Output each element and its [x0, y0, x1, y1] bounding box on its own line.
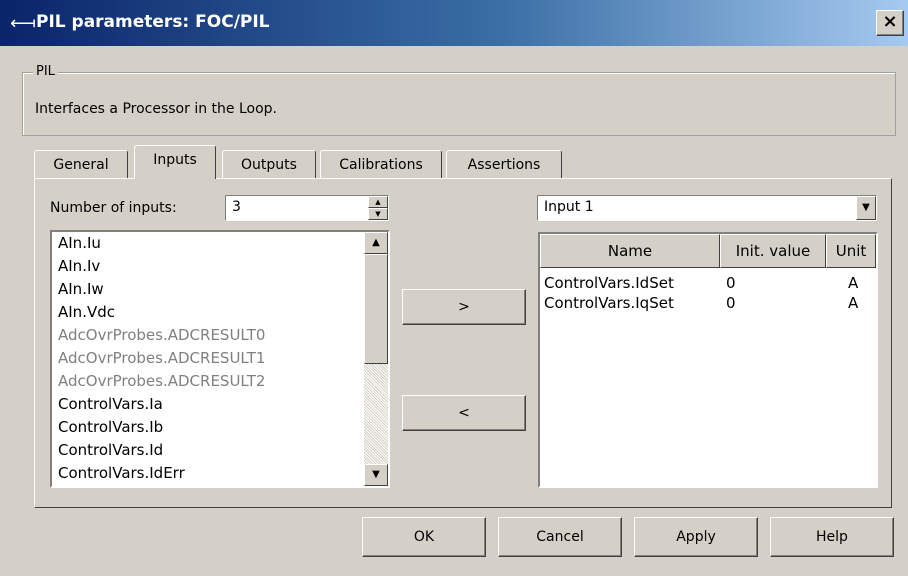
tab-general[interactable]: General — [34, 150, 128, 178]
list-item[interactable]: ControlVars.Ib — [58, 418, 163, 436]
scroll-down-icon[interactable]: ▼ — [364, 464, 388, 486]
tab-inputs[interactable]: Inputs — [134, 145, 216, 179]
window-title: PIL parameters: FOC/PIL — [36, 12, 270, 32]
tab-assertions[interactable]: Assertions — [446, 150, 562, 178]
list-scrollbar[interactable]: ▲ ▼ — [364, 232, 388, 486]
column-header-unit[interactable]: Unit — [826, 234, 876, 268]
list-item[interactable]: AIn.Vdc — [58, 303, 115, 321]
close-button[interactable]: × — [876, 10, 904, 36]
add-signal-button[interactable]: > — [402, 289, 526, 325]
selected-signals-table[interactable]: Name Init. value Unit ControlVars.IdSet … — [538, 232, 878, 488]
list-item[interactable]: AdcOvrProbes.ADCRESULT0 — [58, 326, 265, 344]
chevron-down-icon[interactable]: ▼ — [856, 196, 876, 220]
cell-unit: A — [848, 274, 859, 292]
num-inputs-spinbox[interactable]: 3 ▲ ▼ — [225, 195, 389, 221]
list-item[interactable]: AIn.Iv — [58, 257, 100, 275]
column-header-init-value[interactable]: Init. value — [720, 234, 826, 268]
cell-init-value: 0 — [726, 274, 736, 292]
spin-buttons: ▲ ▼ — [368, 196, 388, 220]
list-item[interactable]: AIn.Iw — [58, 280, 104, 298]
table-header: Name Init. value Unit — [540, 234, 876, 268]
cancel-button[interactable]: Cancel — [498, 517, 622, 557]
input-selector-combo[interactable]: Input 1 ▼ — [537, 195, 877, 221]
ok-button[interactable]: OK — [362, 517, 486, 557]
cell-name: ControlVars.IdSet — [544, 274, 674, 292]
scroll-track[interactable] — [364, 364, 388, 464]
cell-name: ControlVars.IqSet — [544, 294, 674, 312]
tab-calibrations[interactable]: Calibrations — [320, 150, 442, 178]
remove-signal-button[interactable]: < — [402, 395, 526, 431]
help-button[interactable]: Help — [770, 517, 894, 557]
num-inputs-value[interactable]: 3 — [232, 199, 241, 215]
pil-groupbox: PIL Interfaces a Processor in the Loop. — [22, 64, 896, 136]
available-signals-list[interactable]: AIn.Iu AIn.Iv AIn.Iw AIn.Vdc AdcOvrProbe… — [50, 230, 390, 488]
apply-button[interactable]: Apply — [634, 517, 758, 557]
scroll-thumb[interactable] — [364, 254, 388, 364]
pil-parameters-dialog: ⟻ PIL parameters: FOC/PIL × PIL Interfac… — [0, 0, 908, 576]
cell-unit: A — [848, 294, 859, 312]
list-item[interactable]: ControlVars.Ia — [58, 395, 163, 413]
spin-down-icon[interactable]: ▼ — [368, 208, 388, 220]
scroll-up-icon[interactable]: ▲ — [364, 232, 388, 254]
list-item[interactable]: ControlVars.Id — [58, 441, 163, 459]
spin-up-icon[interactable]: ▲ — [368, 196, 388, 208]
list-item[interactable]: AIn.Iu — [58, 234, 101, 252]
column-header-name[interactable]: Name — [540, 234, 720, 268]
list-item[interactable]: ControlVars.IdErr — [58, 464, 185, 482]
group-description: Interfaces a Processor in the Loop. — [35, 101, 277, 117]
input-selector-value: Input 1 — [544, 199, 594, 215]
pil-block-icon: ⟻ — [10, 13, 36, 34]
cell-init-value: 0 — [726, 294, 736, 312]
title-bar[interactable]: ⟻ PIL parameters: FOC/PIL × — [0, 0, 908, 46]
num-inputs-label: Number of inputs: — [50, 200, 177, 216]
list-item[interactable]: AdcOvrProbes.ADCRESULT2 — [58, 372, 265, 390]
group-legend: PIL — [33, 64, 58, 79]
tab-outputs[interactable]: Outputs — [222, 150, 316, 178]
list-item[interactable]: AdcOvrProbes.ADCRESULT1 — [58, 349, 265, 367]
